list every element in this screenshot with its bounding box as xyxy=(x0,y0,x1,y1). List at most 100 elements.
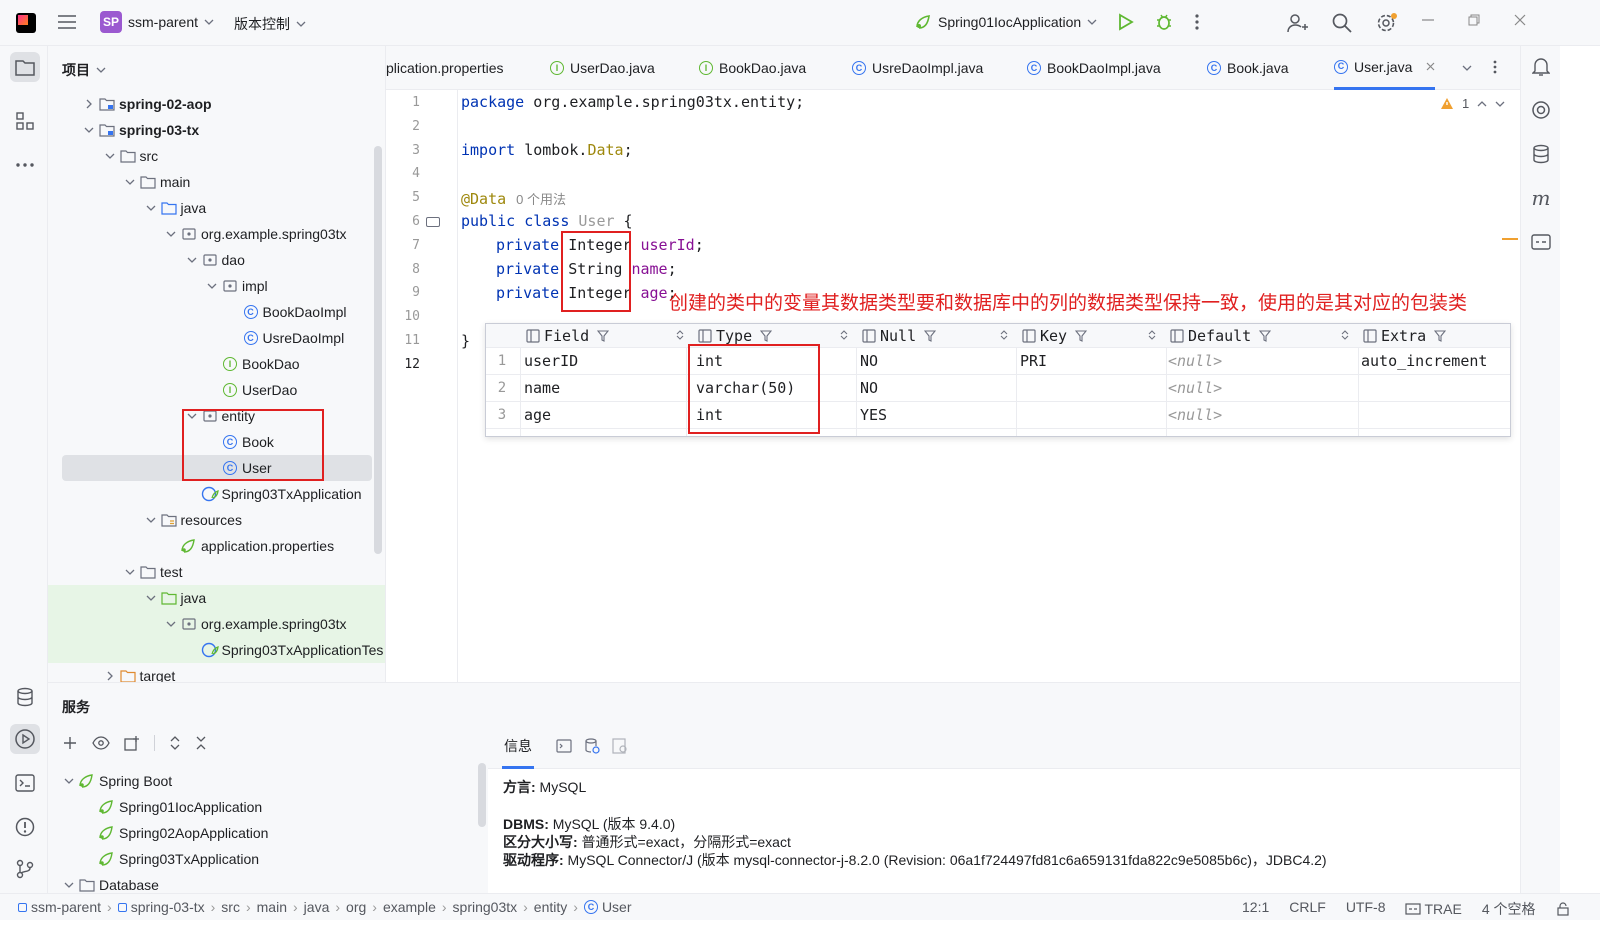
maven-icon[interactable]: m xyxy=(1529,186,1553,210)
table-row[interactable]: 1 userID int NO PRI <null> auto_increment xyxy=(486,348,1510,375)
settings-gear-icon[interactable] xyxy=(1376,12,1398,34)
structure-icon[interactable] xyxy=(10,106,40,136)
sort-icon[interactable] xyxy=(840,329,848,341)
breadcrumb-item[interactable]: spring03tx xyxy=(453,899,518,915)
service-tree-item[interactable]: Spring02AopApplication xyxy=(48,820,478,846)
close-icon[interactable] xyxy=(1514,14,1526,26)
file-encoding[interactable]: UTF-8 xyxy=(1346,899,1386,919)
chevron-down-icon[interactable] xyxy=(144,205,158,211)
line-separator[interactable]: CRLF xyxy=(1289,899,1326,919)
chevron-down-icon[interactable] xyxy=(144,595,158,601)
sort-icon[interactable] xyxy=(1148,329,1156,341)
service-tree-item[interactable]: Spring01IocApplication xyxy=(48,794,478,820)
project-tree-item[interactable]: I BookDao xyxy=(48,351,385,377)
project-tree-item[interactable]: test xyxy=(48,559,385,585)
maximize-icon[interactable] xyxy=(1468,14,1480,26)
project-folder-icon[interactable] xyxy=(10,52,40,82)
editor-tab[interactable]: C Book.java xyxy=(1207,46,1288,90)
services-icon[interactable] xyxy=(10,724,40,754)
filter-icon[interactable] xyxy=(1259,330,1272,342)
chevron-down-icon[interactable] xyxy=(164,621,178,627)
breadcrumb-item[interactable]: java xyxy=(304,899,330,915)
indent-setting[interactable]: 4 个空格 xyxy=(1482,899,1536,919)
table-cell-null[interactable]: NO xyxy=(860,379,878,397)
table-cell-default[interactable]: <null> xyxy=(1168,379,1222,397)
database-tool-icon[interactable] xyxy=(10,682,40,712)
console-icon[interactable] xyxy=(556,739,572,753)
sort-icon[interactable] xyxy=(1341,329,1349,341)
project-tree-item[interactable]: resources xyxy=(48,507,385,533)
expand-all-icon[interactable] xyxy=(169,735,181,751)
chevron-down-icon[interactable] xyxy=(144,517,158,523)
chevron-down-icon[interactable] xyxy=(1495,101,1505,107)
chevron-down-icon[interactable] xyxy=(103,153,117,159)
gradle-panel-icon[interactable] xyxy=(1529,230,1553,254)
project-tree-item[interactable]: C BookDaoImpl xyxy=(48,299,385,325)
editor-tab[interactable]: I BookDao.java xyxy=(699,46,806,90)
debug-icon[interactable] xyxy=(1154,12,1174,32)
close-tab-icon[interactable] xyxy=(1426,62,1435,71)
chevron-down-icon[interactable] xyxy=(123,569,137,575)
git-icon[interactable] xyxy=(10,854,40,884)
lombok-gutter-icon[interactable] xyxy=(426,217,440,227)
project-tree-item[interactable]: java xyxy=(48,195,385,221)
editor-tab[interactable]: C BookDaoImpl.java xyxy=(1027,46,1161,90)
editor-tab[interactable]: plication.properties xyxy=(386,46,504,90)
preview-icon[interactable] xyxy=(612,738,628,754)
services-scrollbar[interactable] xyxy=(478,763,486,827)
add-user-icon[interactable] xyxy=(1286,12,1308,34)
notifications-icon[interactable] xyxy=(1529,54,1553,78)
table-cell-key[interactable]: PRI xyxy=(1020,352,1047,370)
breadcrumb-item[interactable]: ssm-parent xyxy=(18,899,101,915)
editor-tab[interactable]: I UserDao.java xyxy=(550,46,655,90)
project-scrollbar[interactable] xyxy=(374,146,382,554)
project-tree-item[interactable]: spring-02-aop xyxy=(48,91,385,117)
service-tree-item[interactable]: Spring Boot xyxy=(48,768,478,794)
chevron-down-icon[interactable] xyxy=(205,283,219,289)
project-tree-item[interactable]: application.properties xyxy=(48,533,385,559)
vcs-menu[interactable]: 版本控制 xyxy=(234,14,306,34)
table-cell-null[interactable]: NO xyxy=(860,352,878,370)
chevron-down-icon[interactable] xyxy=(185,257,199,263)
tab-list-chevron-icon[interactable] xyxy=(1462,65,1472,71)
column-header[interactable]: Null xyxy=(862,325,937,347)
filter-icon[interactable] xyxy=(1434,330,1447,342)
breadcrumb-item[interactable]: org xyxy=(346,899,366,915)
minimize-icon[interactable] xyxy=(1422,19,1434,21)
filter-icon[interactable] xyxy=(597,330,610,342)
search-icon[interactable] xyxy=(1332,13,1352,33)
chevron-right-icon[interactable] xyxy=(103,671,117,681)
filter-icon[interactable] xyxy=(1075,330,1088,342)
breadcrumb-item[interactable]: src xyxy=(221,899,240,915)
project-tree-item[interactable]: spring-03-tx xyxy=(48,117,385,143)
project-tree-item[interactable]: src xyxy=(48,143,385,169)
run-icon[interactable] xyxy=(1118,13,1134,31)
chevron-down-icon[interactable] xyxy=(123,179,137,185)
inspection-widget[interactable]: 1 xyxy=(1440,96,1505,111)
project-tree-item[interactable]: dao xyxy=(48,247,385,273)
chevron-down-icon[interactable] xyxy=(62,778,76,784)
table-cell-extra[interactable]: auto_increment xyxy=(1361,352,1487,370)
db-settings-icon[interactable] xyxy=(584,738,600,754)
new-tab-icon[interactable] xyxy=(124,735,140,751)
column-header[interactable]: Key xyxy=(1022,325,1088,347)
add-icon[interactable] xyxy=(62,735,78,751)
table-row[interactable]: 2 name varchar(50) NO <null> xyxy=(486,375,1510,402)
ai-assistant-icon[interactable] xyxy=(1529,98,1553,122)
table-cell-field[interactable]: age xyxy=(524,406,551,424)
table-cell-default[interactable]: <null> xyxy=(1168,406,1222,424)
read-only-lock-icon[interactable] xyxy=(1556,899,1570,919)
chevron-down-icon[interactable] xyxy=(82,127,96,133)
problems-icon[interactable] xyxy=(10,812,40,842)
filter-icon[interactable] xyxy=(760,330,773,342)
table-cell-null[interactable]: YES xyxy=(860,406,887,424)
project-tree-item[interactable]: java xyxy=(48,585,385,611)
editor-tab[interactable]: C UsreDaoImpl.java xyxy=(852,46,983,90)
chevron-up-icon[interactable] xyxy=(1477,100,1487,107)
editor-tab[interactable]: C User.java xyxy=(1334,46,1436,90)
ai-status[interactable]: TRAE xyxy=(1405,899,1462,919)
more-tools-icon[interactable] xyxy=(10,150,40,180)
project-tree-item[interactable]: Spring03TxApplicationTes xyxy=(48,637,385,663)
tab-info[interactable]: 信息 xyxy=(502,725,534,769)
filter-icon[interactable] xyxy=(924,330,937,342)
